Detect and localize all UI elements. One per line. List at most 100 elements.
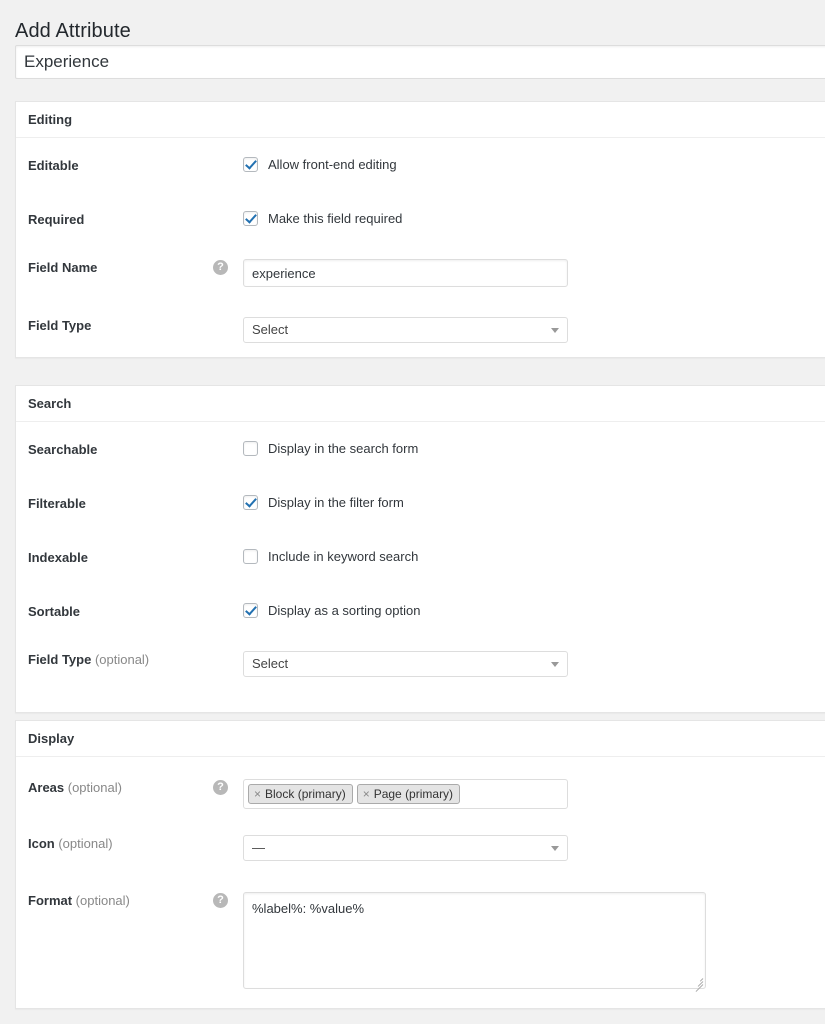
help-col-search-field-type — [213, 651, 243, 652]
optional-suffix: (optional) — [72, 893, 130, 908]
tag-remove-icon[interactable]: × — [358, 785, 374, 803]
row-field-indexable: Include in keyword search — [243, 549, 825, 564]
checkbox-indexable[interactable] — [243, 549, 258, 564]
help-col-filterable — [213, 495, 243, 496]
row-field-editable: Allow front-end editing — [243, 157, 825, 172]
form-row-format: Format (optional)? — [28, 892, 825, 989]
optional-suffix: (optional) — [91, 652, 149, 667]
row-field-searchable: Display in the search form — [243, 441, 825, 456]
tag-field-areas[interactable]: ×Block (primary)×Page (primary) — [243, 779, 568, 809]
attribute-title-field-wrap — [15, 45, 825, 79]
row-label-filterable: Filterable — [28, 495, 213, 511]
tag-label: Block (primary) — [265, 785, 346, 803]
checkbox-label-required[interactable]: Make this field required — [268, 211, 402, 226]
help-col-indexable — [213, 549, 243, 550]
row-field-sortable: Display as a sorting option — [243, 603, 825, 618]
select-icon[interactable]: — — [243, 835, 568, 861]
checkbox-line-searchable[interactable]: Display in the search form — [243, 441, 825, 456]
help-col-areas: ? — [213, 779, 243, 795]
select-field-type[interactable]: Select — [243, 317, 568, 343]
checkbox-label-sortable[interactable]: Display as a sorting option — [268, 603, 420, 618]
checkbox-line-indexable[interactable]: Include in keyword search — [243, 549, 825, 564]
checkbox-line-required[interactable]: Make this field required — [243, 211, 825, 226]
tag-remove-icon[interactable]: × — [249, 785, 265, 803]
optional-suffix: (optional) — [55, 836, 113, 851]
row-label-field-name: Field Name — [28, 259, 213, 275]
panel-heading-editing: Editing — [16, 102, 825, 138]
form-row-field-name: Field Name? — [28, 259, 825, 287]
row-label-searchable: Searchable — [28, 441, 213, 457]
select-value-search-field-type: Select — [252, 652, 543, 676]
form-row-icon: Icon (optional) — — [28, 835, 825, 861]
panel-body-display: Areas (optional)?×Block (primary)×Page (… — [16, 757, 825, 1009]
row-field-format — [243, 892, 825, 989]
select-search-field-type[interactable]: Select — [243, 651, 568, 677]
chevron-down-icon — [551, 662, 559, 667]
chevron-down-icon — [551, 328, 559, 333]
form-row-searchable: Searchable Display in the search form — [28, 441, 825, 457]
checkbox-sortable[interactable] — [243, 603, 258, 618]
row-label-icon: Icon (optional) — [28, 835, 213, 851]
select-value-field-type: Select — [252, 318, 543, 342]
panel-editing: Editing Editable Allow front-end editing Re… — [15, 101, 825, 358]
optional-suffix: (optional) — [64, 780, 122, 795]
checkbox-required[interactable] — [243, 211, 258, 226]
text-input-field-name[interactable] — [243, 259, 568, 287]
panel-heading-display: Display — [16, 721, 825, 757]
panel-body-search: Searchable Display in the search form Filt… — [16, 422, 825, 713]
checkbox-label-filterable[interactable]: Display in the filter form — [268, 495, 404, 510]
checkbox-editable[interactable] — [243, 157, 258, 172]
form-row-search-field-type: Field Type (optional) Select — [28, 651, 825, 677]
form-row-sortable: SortableDisplay as a sorting option — [28, 603, 825, 619]
row-label-format: Format (optional) — [28, 892, 213, 908]
help-col-sortable — [213, 603, 243, 604]
panel-search: Search Searchable Display in the search fo… — [15, 385, 825, 713]
row-label-indexable: Indexable — [28, 549, 213, 565]
row-label-editable: Editable — [28, 157, 213, 173]
select-value-icon: — — [252, 836, 543, 860]
checkbox-filterable[interactable] — [243, 495, 258, 510]
textarea-format[interactable] — [243, 892, 706, 989]
help-icon[interactable]: ? — [213, 893, 228, 908]
add-attribute-page: Add Attribute Editing Editable Allow front… — [0, 0, 825, 1024]
checkbox-searchable[interactable] — [243, 441, 258, 456]
row-field-search-field-type: Select — [243, 651, 825, 677]
checkbox-label-indexable[interactable]: Include in keyword search — [268, 549, 418, 564]
checkbox-label-searchable[interactable]: Display in the search form — [268, 441, 418, 456]
panel-heading-search: Search — [16, 386, 825, 422]
help-col-field-name: ? — [213, 259, 243, 275]
checkbox-line-sortable[interactable]: Display as a sorting option — [243, 603, 825, 618]
row-label-search-field-type: Field Type (optional) — [28, 651, 213, 667]
panel-body-editing: Editable Allow front-end editing Required M… — [16, 138, 825, 358]
textarea-wrap-format — [243, 892, 706, 989]
form-row-field-type: Field TypeSelect — [28, 317, 825, 343]
row-field-icon: — — [243, 835, 825, 861]
help-col-icon — [213, 835, 243, 836]
help-col-required — [213, 211, 243, 212]
checkbox-line-filterable[interactable]: Display in the filter form — [243, 495, 825, 510]
row-label-areas: Areas (optional) — [28, 779, 213, 795]
help-col-format: ? — [213, 892, 243, 908]
help-col-editable — [213, 157, 243, 158]
help-icon[interactable]: ? — [213, 260, 228, 275]
tag-item: ×Block (primary) — [248, 784, 353, 804]
form-row-areas: Areas (optional)?×Block (primary)×Page (… — [28, 779, 825, 809]
row-label-required: Required — [28, 211, 213, 227]
tag-label: Page (primary) — [374, 785, 453, 803]
row-field-required: Make this field required — [243, 211, 825, 226]
panel-display: DisplayAreas (optional)?×Block (primary)… — [15, 720, 825, 1009]
form-row-filterable: Filterable Display in the filter form — [28, 495, 825, 511]
chevron-down-icon — [551, 846, 559, 851]
page-title: Add Attribute — [15, 18, 131, 44]
row-field-filterable: Display in the filter form — [243, 495, 825, 510]
tag-item: ×Page (primary) — [357, 784, 460, 804]
attribute-title-input[interactable] — [15, 45, 825, 79]
help-col-searchable — [213, 441, 243, 442]
checkbox-line-editable[interactable]: Allow front-end editing — [243, 157, 825, 172]
row-field-field-type: Select — [243, 317, 825, 343]
form-row-indexable: Indexable Include in keyword search — [28, 549, 825, 565]
row-field-field-name — [243, 259, 825, 287]
checkbox-label-editable[interactable]: Allow front-end editing — [268, 157, 397, 172]
help-icon[interactable]: ? — [213, 780, 228, 795]
form-row-required: Required Make this field required — [28, 211, 825, 227]
